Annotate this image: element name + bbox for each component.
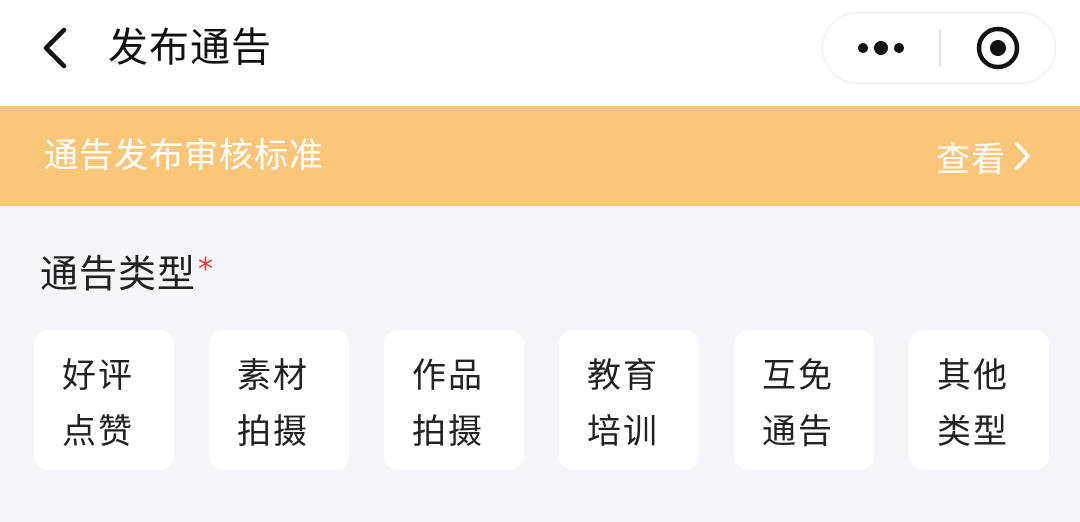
type-option-review-like[interactable]: 好评 点赞 bbox=[34, 330, 174, 470]
type-label-line2: 拍摄 bbox=[412, 412, 484, 452]
type-option-other[interactable]: 其他 类型 bbox=[909, 330, 1049, 470]
review-standard-banner: 通告发布审核标准 查看 bbox=[0, 106, 1080, 206]
type-option-mutual-free[interactable]: 互免 通告 bbox=[734, 330, 874, 470]
type-label-line1: 素材 bbox=[237, 356, 309, 396]
target-icon bbox=[976, 26, 1020, 69]
type-label-line1: 其他 bbox=[937, 356, 1009, 396]
type-label-line2: 培训 bbox=[587, 412, 659, 452]
type-label-line2: 拍摄 bbox=[237, 412, 309, 452]
chevron-left-icon bbox=[43, 27, 67, 69]
type-option-work-shoot[interactable]: 作品 拍摄 bbox=[384, 330, 524, 470]
type-option-material-shoot[interactable]: 素材 拍摄 bbox=[209, 330, 349, 470]
type-label-line1: 作品 bbox=[412, 356, 484, 396]
back-button[interactable] bbox=[28, 20, 84, 76]
type-label-line1: 互免 bbox=[762, 356, 834, 396]
nav-bar: 发布通告 bbox=[0, 0, 1080, 106]
view-link-label: 查看 bbox=[936, 139, 1006, 180]
type-option-education[interactable]: 教育 培训 bbox=[559, 330, 699, 470]
required-mark: * bbox=[198, 252, 215, 287]
section-title: 通告类型* bbox=[40, 246, 214, 302]
chevron-right-icon bbox=[1015, 142, 1030, 170]
more-dots-icon bbox=[858, 40, 904, 55]
page-title: 发布通告 bbox=[108, 25, 272, 71]
banner-text: 通告发布审核标准 bbox=[44, 136, 324, 176]
mini-program-capsule bbox=[822, 12, 1056, 84]
view-standard-link[interactable]: 查看 bbox=[936, 106, 1032, 206]
type-label-line2: 点赞 bbox=[62, 412, 134, 452]
type-label-line2: 类型 bbox=[937, 412, 1009, 452]
type-label-line1: 好评 bbox=[62, 356, 134, 396]
type-label-line1: 教育 bbox=[587, 356, 659, 396]
section-title-text: 通告类型 bbox=[40, 252, 197, 296]
close-mini-program-button[interactable] bbox=[941, 13, 1055, 82]
notice-type-options: 好评 点赞 素材 拍摄 作品 拍摄 教育 培训 互免 通告 其他 类型 bbox=[34, 330, 1054, 470]
type-label-line2: 通告 bbox=[762, 412, 834, 452]
more-button[interactable] bbox=[823, 13, 939, 82]
